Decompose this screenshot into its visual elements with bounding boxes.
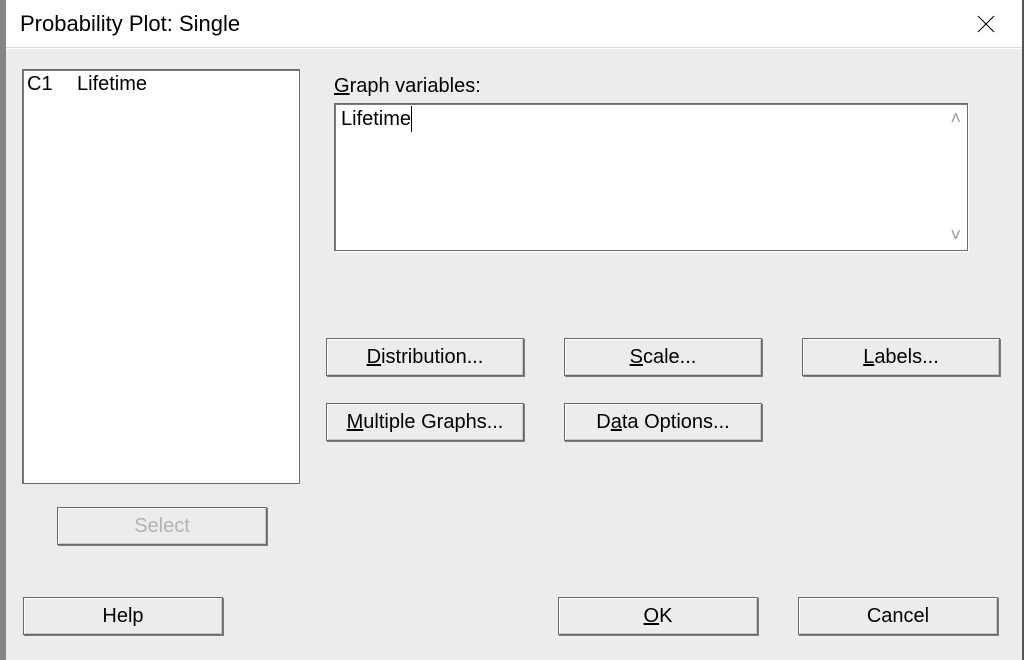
cancel-button[interactable]: Cancel (798, 597, 998, 635)
data-options-button[interactable]: Data Options... (564, 403, 762, 441)
scale-button[interactable]: Scale... (564, 338, 762, 376)
titlebar: Probability Plot: Single (6, 0, 1022, 48)
list-item[interactable]: C1 Lifetime (27, 72, 295, 96)
select-button: Select (57, 507, 267, 545)
distribution-button[interactable]: Distribution... (326, 338, 524, 376)
dialog-window: Probability Plot: Single C1 Lifetime Gra… (0, 0, 1024, 660)
graph-variables-input[interactable]: Lifetime ˄ ˅ (334, 103, 968, 251)
variable-list[interactable]: C1 Lifetime (22, 69, 300, 484)
help-button[interactable]: Help (23, 597, 223, 635)
dialog-title: Probability Plot: Single (20, 11, 240, 37)
ok-button[interactable]: OK (558, 597, 758, 635)
graph-variables-text: Lifetime (341, 106, 412, 132)
labels-button[interactable]: Labels... (802, 338, 1000, 376)
close-icon (976, 14, 996, 34)
graph-variables-label: Graph variables: (334, 75, 481, 98)
scroll-up-icon[interactable]: ˄ (950, 108, 961, 129)
column-name: Lifetime (77, 72, 147, 96)
multiple-graphs-button[interactable]: Multiple Graphs... (326, 403, 524, 441)
close-button[interactable] (958, 4, 1014, 44)
scroll-down-icon[interactable]: ˅ (950, 225, 961, 246)
column-id: C1 (27, 72, 55, 96)
dialog-body: C1 Lifetime Graph variables: Lifetime ˄ … (6, 48, 1022, 660)
